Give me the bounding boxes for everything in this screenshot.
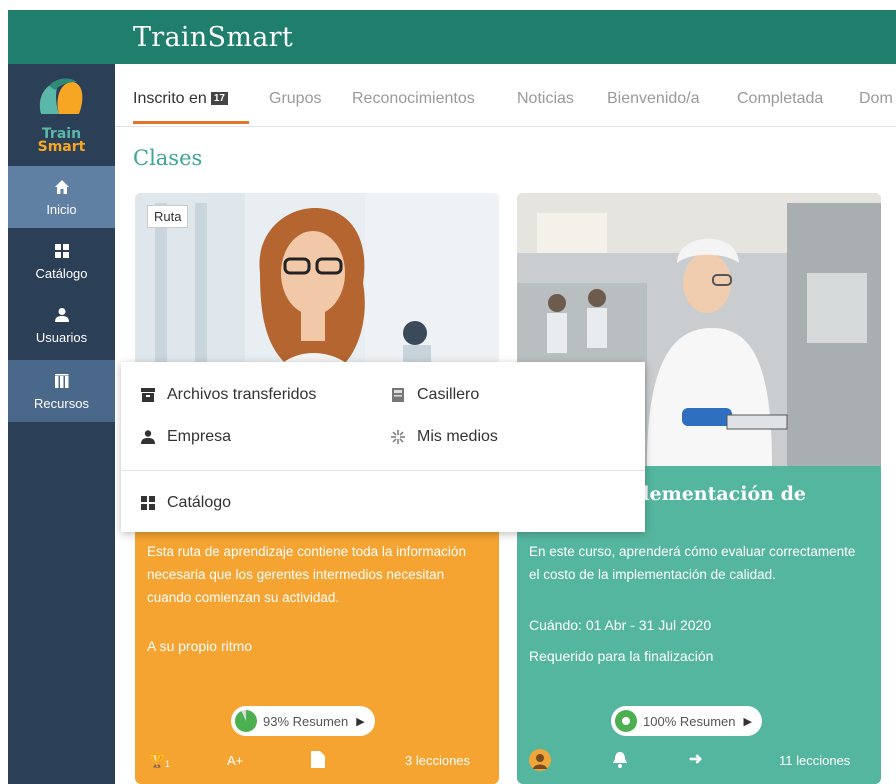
recursos-dropdown-menu: Archivos transferidos Casillero Empresa …	[121, 362, 645, 532]
media-icon	[391, 430, 405, 444]
play-icon: ▶	[356, 715, 365, 728]
logo-icon	[39, 78, 83, 114]
route-tag: Ruta	[147, 205, 189, 228]
menu-item-archivos-transferidos[interactable]: Archivos transferidos	[141, 386, 316, 404]
app-frame: TrainSmart Train Smart Inicio Catálogo U…	[8, 10, 896, 784]
menu-divider	[121, 470, 645, 471]
trophy-count: 1	[165, 759, 171, 769]
tab-dom[interactable]: Dom	[859, 90, 893, 108]
locker-icon	[392, 388, 404, 402]
progress-summary-button[interactable]: 93% Resumen ▶	[231, 706, 375, 736]
arrow-right-icon[interactable]: ➜	[689, 749, 702, 769]
card-pace: A su propio ritmo	[147, 638, 253, 654]
tab-grupos[interactable]: Grupos	[269, 90, 321, 108]
card-footer: ➜ 11 lecciones	[517, 743, 881, 779]
bell-icon[interactable]	[613, 751, 627, 771]
card-footer: 🏆 1 A+ 3 lecciones	[135, 743, 499, 779]
progress-label: 100% Resumen	[643, 713, 736, 729]
logo-text: Train Smart	[37, 126, 86, 155]
logo[interactable]: Train Smart	[8, 76, 115, 166]
trophy-icon: 🏆	[149, 753, 166, 768]
tab-completada[interactable]: Completada	[737, 90, 823, 108]
lessons-count: 3 lecciones	[405, 753, 471, 768]
menu-item-catalogo[interactable]: Catálogo	[141, 494, 231, 512]
menu-item-label: Empresa	[167, 428, 232, 445]
tab-noticias[interactable]: Noticias	[517, 90, 574, 108]
menu-item-mis-medios[interactable]: Mis medios	[391, 428, 498, 446]
card-description: Esta ruta de aprendizaje contiene toda l…	[147, 544, 466, 605]
tab-reconocimientos[interactable]: Reconocimientos	[352, 90, 475, 108]
progress-ring-icon	[615, 710, 637, 732]
app-title: TrainSmart	[133, 22, 293, 53]
sidebar-item-recursos[interactable]: Recursos	[8, 360, 115, 422]
play-icon: ▶	[743, 715, 752, 728]
user-icon	[54, 308, 69, 322]
active-tab-indicator	[133, 121, 249, 124]
section-title: Clases	[133, 146, 203, 170]
tab-label: Inscrito en	[133, 90, 207, 107]
progress-ring-icon	[235, 710, 257, 732]
grid-icon	[141, 496, 155, 510]
document-icon	[311, 751, 325, 771]
menu-item-label: Casillero	[417, 386, 480, 403]
sidebar-item-inicio[interactable]: Inicio	[8, 166, 115, 228]
progress-label: 93% Resumen	[263, 713, 349, 729]
progress-summary-button[interactable]: 100% Resumen ▶	[611, 706, 762, 736]
sidebar-item-label: Recursos	[34, 396, 89, 411]
lessons-count: 11 lecciones	[779, 753, 851, 768]
tab-bar: Inscrito en 17 Grupos Reconocimientos Not…	[115, 64, 896, 127]
sidebar-item-label: Inicio	[46, 202, 77, 217]
sidebar: Train Smart Inicio Catálogo Usuarios Rec…	[8, 64, 115, 784]
count-badge: 17	[210, 92, 228, 105]
sidebar-item-label: Catálogo	[35, 266, 88, 281]
home-icon	[54, 180, 69, 194]
card-title[interactable]: plementación de	[629, 483, 806, 505]
card-required: Requerido para la finalización	[529, 648, 714, 664]
grade-label: A+	[227, 753, 244, 768]
menu-item-label: Catálogo	[167, 494, 232, 511]
grid-icon	[54, 244, 69, 258]
menu-item-label: Archivos transferidos	[167, 386, 317, 403]
sidebar-item-usuarios[interactable]: Usuarios	[8, 294, 115, 356]
sidebar-item-catalogo[interactable]: Catálogo	[8, 230, 115, 292]
avatar[interactable]	[529, 749, 551, 774]
archive-icon	[141, 388, 155, 402]
books-icon	[54, 374, 68, 388]
card-schedule: Cuándo: 01 Abr - 31 Jul 2020	[529, 617, 712, 633]
menu-item-label: Mis medios	[417, 428, 498, 445]
card-description: En este curso, aprenderá cómo evaluar co…	[529, 544, 856, 582]
tab-inscrito[interactable]: Inscrito en 17	[133, 90, 228, 108]
menu-item-casillero[interactable]: Casillero	[391, 386, 479, 404]
top-bar: TrainSmart	[8, 10, 896, 64]
company-icon	[141, 430, 155, 444]
menu-item-empresa[interactable]: Empresa	[141, 428, 231, 446]
sidebar-item-label: Usuarios	[35, 330, 88, 345]
tab-bienvenido[interactable]: Bienvenido/a	[607, 90, 700, 108]
